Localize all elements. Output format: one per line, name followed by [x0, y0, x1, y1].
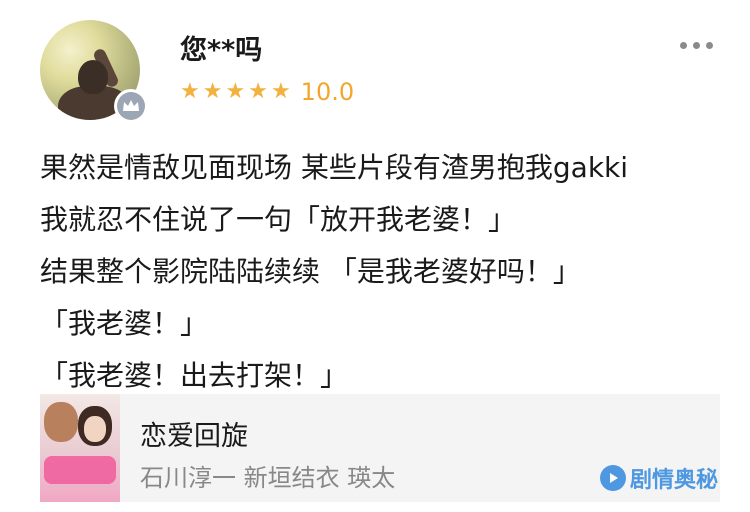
review-line: 我就忍不住说了一句「放开我老婆！」: [40, 203, 517, 236]
watermark-text: 剧情奥秘: [630, 468, 719, 493]
username[interactable]: 您**吗: [180, 28, 262, 67]
movie-cast: 石川淳一 新垣结衣 瑛太: [140, 464, 396, 492]
star-rating: ★ ★ ★ ★ ★: [180, 81, 291, 103]
star-icon: ★: [225, 79, 246, 104]
star-icon: ★: [248, 79, 268, 104]
star-icon: ★: [202, 79, 223, 104]
rating-score: 10.0: [300, 78, 355, 106]
more-options-icon[interactable]: [680, 42, 713, 49]
review-text: 果然是情敌见面现场 某些片段有渣男抱我gakki 我就忍不住说了一句「放开我老婆…: [40, 142, 730, 402]
crown-badge-icon: [114, 89, 148, 123]
watermark: 剧情奥秘: [600, 462, 718, 494]
movie-title: 恋爱回旋: [140, 421, 248, 452]
star-icon: ★: [180, 79, 200, 104]
review-line: 果然是情敌见面现场 某些片段有渣男抱我gakki: [40, 151, 629, 184]
review-line: 结果整个影院陆陆续续 「是我老婆好吗！」: [40, 255, 581, 288]
avatar-figure-head: [78, 60, 108, 94]
play-logo-icon: [600, 465, 626, 491]
review-line: 「我老婆！」: [40, 307, 209, 340]
rating: ★ ★ ★ ★ ★ 10.0: [180, 78, 354, 106]
star-icon: ★: [270, 79, 291, 104]
movie-poster: [40, 394, 120, 502]
